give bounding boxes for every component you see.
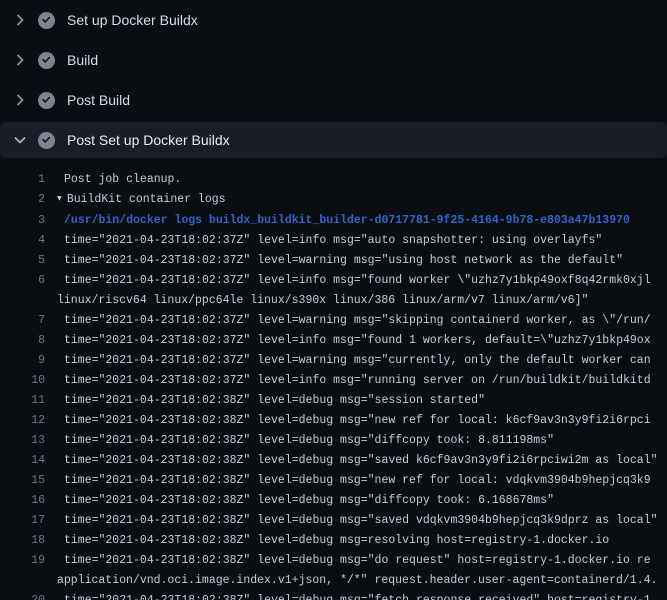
actions-log-viewer: Set up Docker Buildx Build Post Build Post …	[0, 0, 667, 600]
step-header-set-up-docker-buildx[interactable]: Set up Docker Buildx	[0, 0, 667, 40]
step-header-build[interactable]: Build	[0, 40, 667, 80]
chevron-right-icon	[12, 92, 28, 108]
log-line-wrapped-text: application/vnd.oci.image.index.v1+json,…	[45, 571, 657, 591]
line-number[interactable]: 1	[0, 170, 45, 190]
line-number[interactable]: 7	[0, 311, 45, 331]
log-row: 10time="2021-04-23T18:02:37Z" level=info…	[0, 371, 667, 391]
step-header-post-build[interactable]: Post Build	[0, 80, 667, 120]
log-row: 7time="2021-04-23T18:02:37Z" level=warni…	[0, 311, 667, 331]
line-number[interactable]: 19	[0, 551, 45, 571]
log-line-text: time="2021-04-23T18:02:38Z" level=debug …	[45, 491, 554, 511]
log-row: 14time="2021-04-23T18:02:38Z" level=debu…	[0, 451, 667, 471]
log-line-text: time="2021-04-23T18:02:38Z" level=debug …	[45, 411, 651, 431]
log-row: 4time="2021-04-23T18:02:37Z" level=info …	[0, 231, 667, 251]
chevron-down-icon	[12, 132, 28, 148]
line-number[interactable]: 20	[0, 591, 45, 600]
log-line-wrapped-text: linux/riscv64 linux/ppc64le linux/s390x …	[45, 291, 588, 311]
log-row: 17time="2021-04-23T18:02:38Z" level=debu…	[0, 511, 667, 531]
log-line-text: time="2021-04-23T18:02:37Z" level=warnin…	[45, 311, 651, 331]
log-line-text: time="2021-04-23T18:02:38Z" level=debug …	[45, 511, 658, 531]
line-number[interactable]: 9	[0, 351, 45, 371]
triangle-down-icon: ▼	[57, 190, 62, 210]
log-line-text: time="2021-04-23T18:02:38Z" level=debug …	[45, 591, 651, 600]
log-group-toggle[interactable]: ▼BuildKit container logs	[45, 190, 226, 211]
log-row: 5time="2021-04-23T18:02:37Z" level=warni…	[0, 251, 667, 271]
log-line-text: time="2021-04-23T18:02:38Z" level=debug …	[45, 431, 554, 451]
log-row: 11time="2021-04-23T18:02:38Z" level=debu…	[0, 391, 667, 411]
log-line-text: time="2021-04-23T18:02:37Z" level=info m…	[45, 271, 651, 291]
line-number[interactable]: 5	[0, 251, 45, 271]
check-circle-icon	[38, 52, 55, 69]
log-row: 9time="2021-04-23T18:02:37Z" level=warni…	[0, 351, 667, 371]
log-line-text: time="2021-04-23T18:02:37Z" level=info m…	[45, 371, 651, 391]
line-number[interactable]: 13	[0, 431, 45, 451]
log-line-text: time="2021-04-23T18:02:37Z" level=info m…	[45, 331, 651, 351]
log-line-text: time="2021-04-23T18:02:38Z" level=debug …	[45, 451, 658, 471]
log-row: 19time="2021-04-23T18:02:38Z" level=debu…	[0, 551, 667, 571]
line-number[interactable]: 15	[0, 471, 45, 491]
log-row: 8time="2021-04-23T18:02:37Z" level=info …	[0, 331, 667, 351]
line-number[interactable]: 3	[0, 211, 45, 231]
step-label: Set up Docker Buildx	[67, 12, 198, 28]
line-number[interactable]: 11	[0, 391, 45, 411]
log-line-text: time="2021-04-23T18:02:37Z" level=warnin…	[45, 251, 623, 271]
log-pane: 1Post job cleanup.2▼BuildKit container l…	[0, 160, 667, 600]
chevron-right-icon	[12, 12, 28, 28]
log-command-text: /usr/bin/docker logs buildx_buildkit_bui…	[45, 211, 630, 231]
line-number[interactable]: 16	[0, 491, 45, 511]
step-list: Set up Docker Buildx Build Post Build Post …	[0, 0, 667, 158]
log-line-text: time="2021-04-23T18:02:37Z" level=info m…	[45, 231, 602, 251]
step-header-post-set-up-docker-buildx[interactable]: Post Set up Docker Buildx	[0, 122, 667, 158]
chevron-right-icon	[12, 52, 28, 68]
log-row: 18time="2021-04-23T18:02:38Z" level=debu…	[0, 531, 667, 551]
log-row: 13time="2021-04-23T18:02:38Z" level=debu…	[0, 431, 667, 451]
log-row: 1Post job cleanup.	[0, 170, 667, 190]
line-number	[0, 571, 45, 591]
log-row: application/vnd.oci.image.index.v1+json,…	[0, 571, 667, 591]
line-number[interactable]: 14	[0, 451, 45, 471]
log-row: linux/riscv64 linux/ppc64le linux/s390x …	[0, 291, 667, 311]
log-line-text: time="2021-04-23T18:02:37Z" level=warnin…	[45, 351, 651, 371]
log-row: 16time="2021-04-23T18:02:38Z" level=debu…	[0, 491, 667, 511]
check-circle-icon	[38, 12, 55, 29]
line-number	[0, 291, 45, 311]
log-row: 6time="2021-04-23T18:02:37Z" level=info …	[0, 271, 667, 291]
line-number[interactable]: 18	[0, 531, 45, 551]
log-row: 20time="2021-04-23T18:02:38Z" level=debu…	[0, 591, 667, 600]
line-number[interactable]: 6	[0, 271, 45, 291]
check-circle-icon	[38, 132, 55, 149]
step-label: Post Build	[67, 92, 130, 108]
log-row: 3/usr/bin/docker logs buildx_buildkit_bu…	[0, 211, 667, 231]
check-circle-icon	[38, 92, 55, 109]
line-number[interactable]: 8	[0, 331, 45, 351]
log-line-text: time="2021-04-23T18:02:38Z" level=debug …	[45, 551, 651, 571]
log-row: 2▼BuildKit container logs	[0, 190, 667, 211]
step-label: Post Set up Docker Buildx	[67, 132, 230, 148]
log-line-text: time="2021-04-23T18:02:38Z" level=debug …	[45, 471, 651, 491]
log-row: 12time="2021-04-23T18:02:38Z" level=debu…	[0, 411, 667, 431]
line-number[interactable]: 12	[0, 411, 45, 431]
line-number[interactable]: 17	[0, 511, 45, 531]
line-number[interactable]: 2	[0, 190, 45, 211]
log-line-text: Post job cleanup.	[45, 170, 181, 190]
log-line-text: time="2021-04-23T18:02:38Z" level=debug …	[45, 531, 609, 551]
line-number[interactable]: 4	[0, 231, 45, 251]
log-row: 15time="2021-04-23T18:02:38Z" level=debu…	[0, 471, 667, 491]
log-line-text: time="2021-04-23T18:02:38Z" level=debug …	[45, 391, 485, 411]
step-label: Build	[67, 52, 98, 68]
line-number[interactable]: 10	[0, 371, 45, 391]
